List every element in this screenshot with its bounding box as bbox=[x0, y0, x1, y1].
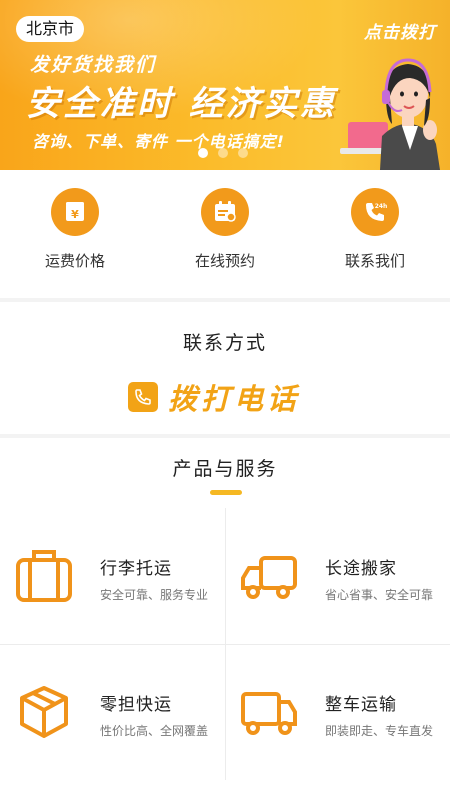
product-item-ftl[interactable]: 整车运输 即装即走、专车直发 bbox=[225, 644, 450, 780]
product-desc: 性价比高、全网覆盖 bbox=[100, 724, 209, 738]
call-button[interactable]: 拨打电话 bbox=[128, 376, 300, 418]
calendar-icon bbox=[201, 188, 249, 236]
product-desc: 省心省事、安全可靠 bbox=[325, 588, 434, 602]
product-grid: 行李托运 安全可靠、服务专业 长途搬家 省心省事、安全可靠 零担快运 性价比高、… bbox=[0, 508, 450, 800]
quick-nav-label: 联系我们 bbox=[344, 252, 405, 270]
city-selector[interactable]: 北京市 bbox=[16, 16, 85, 42]
svg-text:24h: 24h bbox=[375, 203, 388, 210]
carousel-dot[interactable] bbox=[218, 148, 228, 158]
product-name: 行李托运 bbox=[100, 559, 172, 579]
box-icon bbox=[20, 686, 68, 738]
quick-nav-label: 在线预约 bbox=[194, 252, 255, 270]
banner-dial-link[interactable]: 点击拨打 bbox=[364, 18, 436, 43]
banner-slogan-line2: 安全准时 经济实惠 bbox=[26, 84, 337, 124]
carousel-indicator[interactable] bbox=[198, 148, 248, 158]
product-item-luggage[interactable]: 行李托运 安全可靠、服务专业 bbox=[0, 508, 225, 644]
section-title: 联系方式 bbox=[182, 332, 267, 354]
product-item-moving[interactable]: 长途搬家 省心省事、安全可靠 bbox=[225, 508, 450, 644]
quick-nav-contact-us[interactable]: 24h 联系我们 bbox=[300, 170, 450, 298]
product-name: 长途搬家 bbox=[325, 559, 397, 579]
title-underline bbox=[210, 490, 242, 495]
promo-banner[interactable]: 北京市 点击拨打 发好货找我们 安全准时 经济实惠 咨询、下单、寄件 一个电话搞… bbox=[0, 0, 450, 170]
product-item-ltl[interactable]: 零担快运 性价比高、全网覆盖 bbox=[0, 644, 225, 780]
products-section: 产品与服务 行李托运 安全可靠、服务专业 长途搬家 省心省事、安全可靠 零担快运… bbox=[0, 438, 450, 800]
carousel-dot[interactable] bbox=[238, 148, 248, 158]
quick-nav-freight-price[interactable]: ¥ 运费价格 bbox=[0, 170, 150, 298]
section-title: 产品与服务 bbox=[172, 458, 278, 480]
yen-wallet-icon: ¥ bbox=[51, 188, 99, 236]
call-button-label: 拨打电话 bbox=[168, 382, 301, 416]
quick-nav-label: 运费价格 bbox=[44, 252, 105, 270]
lorry-icon bbox=[241, 692, 297, 735]
customer-service-illustration bbox=[340, 58, 440, 170]
carousel-dot[interactable] bbox=[198, 148, 208, 158]
contact-section: 联系方式 拨打电话 bbox=[0, 302, 450, 434]
quick-nav: ¥ 运费价格 在线预约 24h 联系我们 bbox=[0, 170, 450, 298]
suitcase-icon bbox=[16, 550, 72, 602]
phone-24h-icon: 24h bbox=[351, 188, 399, 236]
phone-icon bbox=[128, 382, 158, 412]
product-desc: 即装即走、专车直发 bbox=[325, 724, 434, 738]
product-name: 整车运输 bbox=[325, 695, 397, 715]
product-name: 零担快运 bbox=[100, 695, 172, 715]
quick-nav-online-booking[interactable]: 在线预约 bbox=[150, 170, 300, 298]
banner-slogan-line1: 发好货找我们 bbox=[30, 54, 157, 76]
truck-icon bbox=[241, 556, 297, 599]
svg-text:¥: ¥ bbox=[71, 208, 79, 221]
product-desc: 安全可靠、服务专业 bbox=[100, 588, 209, 602]
